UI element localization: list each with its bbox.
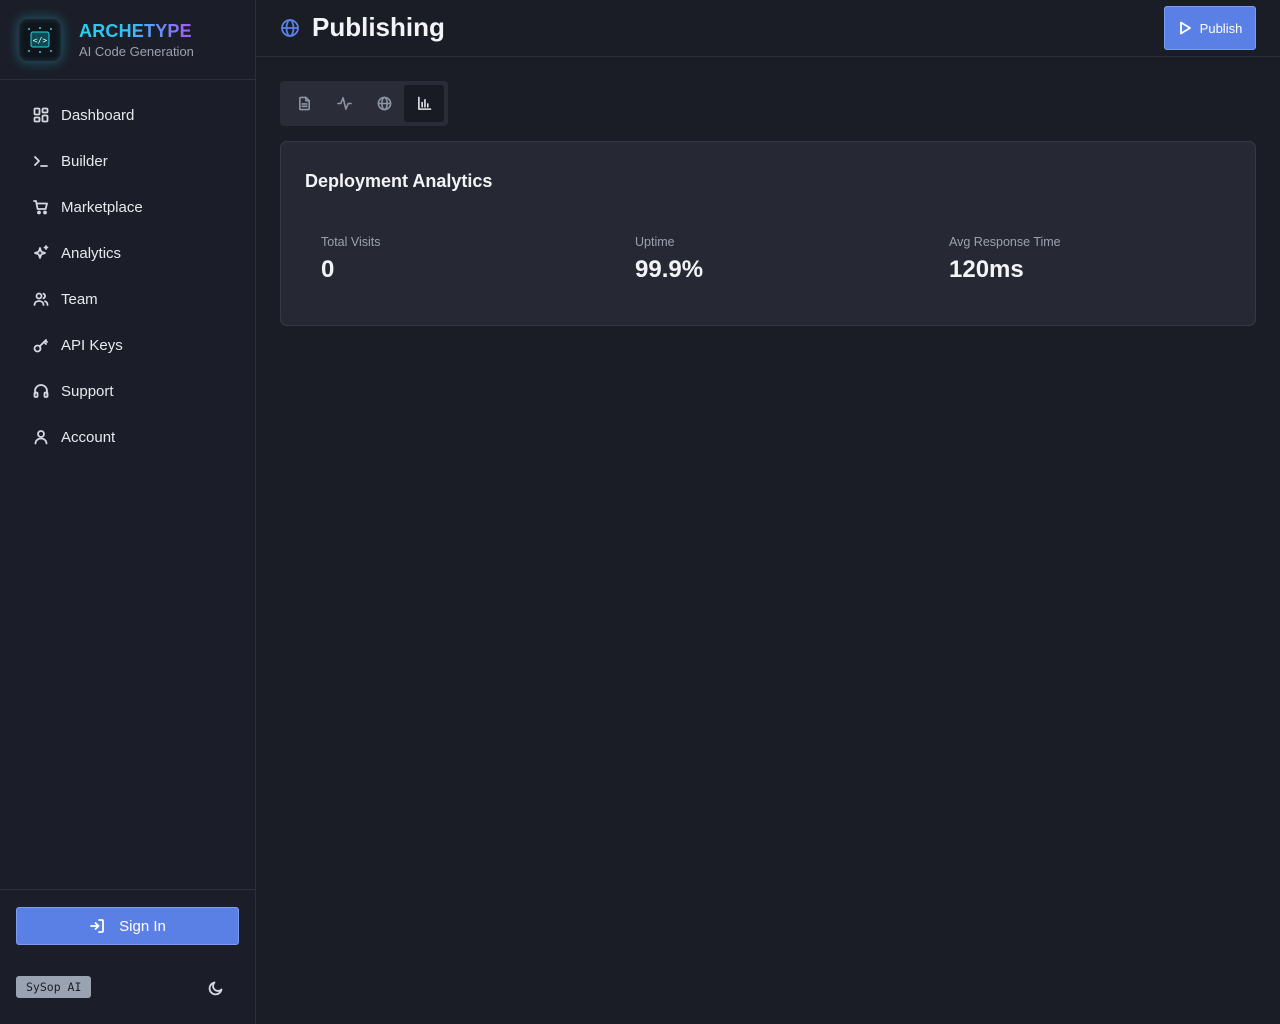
sidebar-item-label: Team: [61, 290, 98, 308]
stat-label: Total Visits: [321, 235, 381, 249]
tab-activity[interactable]: [324, 85, 364, 122]
sidebar-item-label: Dashboard: [61, 106, 135, 124]
logo-text: </>: [33, 36, 48, 45]
sidebar-item-label: Account: [61, 428, 116, 446]
sparkles-icon: [32, 244, 50, 262]
sidebar-item-label: Marketplace: [61, 198, 143, 216]
headphones-icon: [32, 382, 50, 400]
stat-label: Avg Response Time: [949, 235, 1061, 249]
sidebar-item-api-keys[interactable]: API Keys: [0, 322, 255, 368]
user-icon: [32, 428, 50, 446]
play-icon: [1179, 21, 1191, 35]
sidebar-item-label: API Keys: [61, 336, 123, 354]
publish-button[interactable]: Publish: [1164, 6, 1256, 50]
login-icon: [90, 919, 105, 933]
code-chip-icon: </>: [28, 26, 52, 53]
brand-name: ARCHETYPE: [79, 20, 194, 42]
moon-icon: [208, 981, 223, 996]
stat-total-visits: Total Visits 0: [321, 235, 381, 284]
activity-icon: [336, 97, 352, 110]
users-icon: [32, 290, 50, 308]
dashboard-icon: [32, 106, 50, 124]
logo: </>: [18, 17, 62, 62]
tab-content[interactable]: [284, 85, 324, 122]
sidebar-item-label: Analytics: [61, 244, 122, 262]
sidebar-item-support[interactable]: Support: [0, 368, 255, 414]
bar-chart-icon: [417, 96, 431, 110]
key-icon: [32, 336, 50, 354]
stat-value: 0: [321, 256, 335, 283]
tab-analytics[interactable]: [404, 85, 444, 122]
sign-in-label: Sign In: [119, 917, 166, 935]
sidebar-item-label: Builder: [61, 152, 108, 170]
brand[interactable]: </> ARCHETYPE AI Code Generation: [0, 0, 255, 80]
sidebar-item-builder[interactable]: Builder: [0, 138, 255, 184]
sidebar-item-label: Support: [61, 382, 114, 400]
tab-domain[interactable]: [364, 85, 404, 122]
deployment-analytics-card: Deployment Analytics Total Visits 0 Upti…: [280, 141, 1256, 326]
card-title: Deployment Analytics: [305, 171, 493, 191]
sidebar-item-marketplace[interactable]: Marketplace: [0, 184, 255, 230]
sidebar-nav: Dashboard Builder Marketplace Analytics …: [0, 80, 255, 460]
sysop-badge: SySop AI: [16, 976, 92, 998]
globe-icon: [377, 96, 391, 111]
view-tabs: [280, 81, 448, 126]
publish-label: Publish: [1199, 20, 1243, 36]
sidebar-footer: Sign In SySop AI: [0, 889, 255, 1024]
page-title: Publishing: [312, 12, 445, 42]
stat-uptime: Uptime 99.9%: [635, 235, 703, 284]
stat-avg-response-time: Avg Response Time 120ms: [949, 235, 1061, 284]
globe-icon: [281, 18, 299, 37]
terminal-icon: [32, 152, 50, 170]
sidebar-item-team[interactable]: Team: [0, 276, 255, 322]
sidebar-item-account[interactable]: Account: [0, 414, 255, 460]
sidebar: </> ARCHETYPE AI Code Generation Dashboa…: [0, 0, 256, 1024]
page-header: Publishing Publish: [256, 0, 1280, 57]
sidebar-item-dashboard[interactable]: Dashboard: [0, 92, 255, 138]
cart-icon: [32, 198, 50, 216]
theme-toggle[interactable]: [206, 978, 226, 998]
stat-label: Uptime: [635, 235, 675, 249]
stat-value: 99.9%: [635, 256, 704, 283]
brand-subtitle: AI Code Generation: [79, 44, 194, 59]
stat-value: 120ms: [949, 256, 1024, 283]
sign-in-button[interactable]: Sign In: [16, 907, 239, 945]
sidebar-item-analytics[interactable]: Analytics: [0, 230, 255, 276]
file-icon: [298, 96, 310, 111]
